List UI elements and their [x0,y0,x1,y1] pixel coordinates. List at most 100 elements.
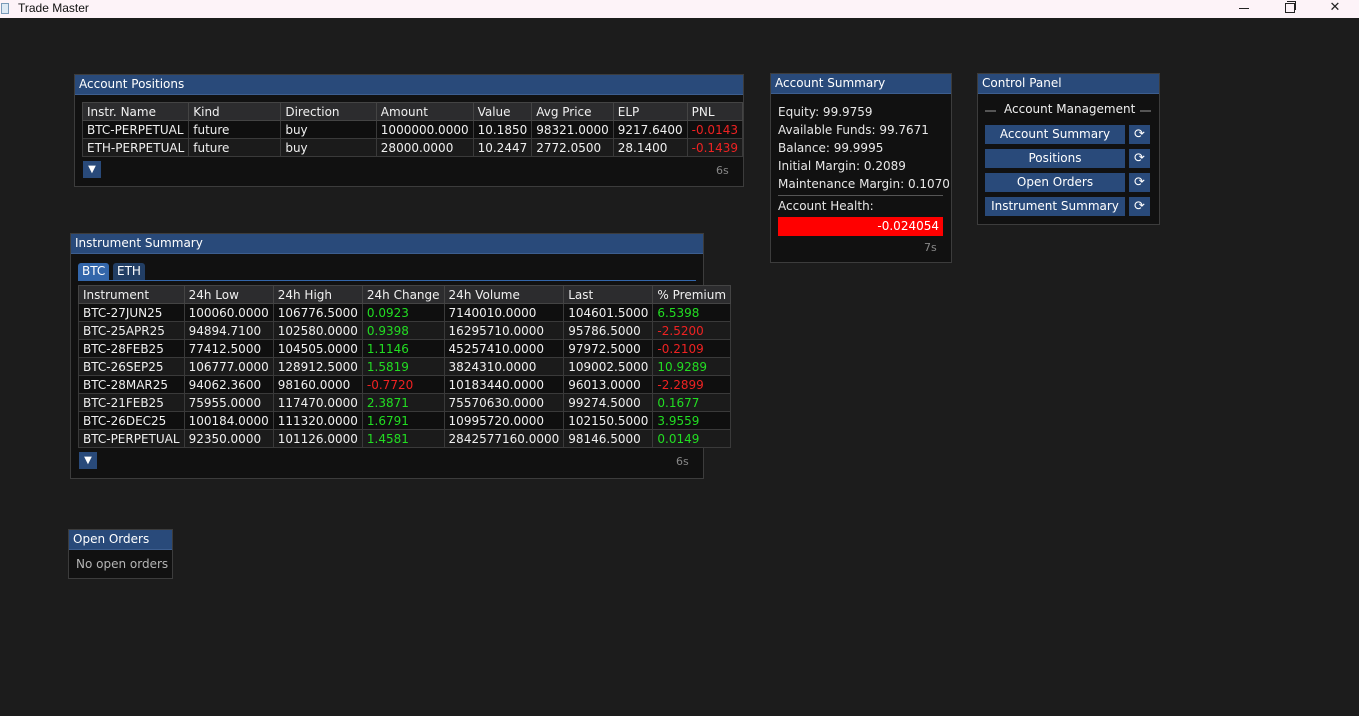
account-summary-button[interactable]: Account Summary [985,125,1125,144]
cell-change: 1.6791 [361,411,445,430]
cell-avg-price: 98321.0000 [531,120,614,139]
cell-last: 96013.0000 [563,375,654,394]
refresh-age: 7s [924,241,937,254]
col-header[interactable]: % Premium [652,285,732,304]
col-header[interactable]: PNL [686,102,744,121]
col-header[interactable]: Instrument [78,285,185,304]
cell-premium: 3.9559 [652,411,732,430]
cell-volume: 7140010.0000 [443,303,565,322]
cell-change: 2.3871 [361,393,445,412]
col-header[interactable]: 24h Volume [443,285,565,304]
maximize-button[interactable] [1266,0,1312,18]
cell-premium: 0.0149 [652,429,732,448]
account-management-label: Account Management [1004,102,1136,116]
cell-high: 106776.5000 [272,303,363,322]
cell-volume: 45257410.0000 [443,339,565,358]
cell-instrument: ETH-PERPETUAL [81,138,190,157]
divider [778,195,943,196]
tab-eth[interactable]: ETH [113,263,145,280]
table-row[interactable]: BTC-27JUN25 100060.0000 106776.5000 0.09… [78,303,732,322]
tab-btc[interactable]: BTC [78,263,110,280]
cell-low: 92350.0000 [183,429,274,448]
col-header[interactable]: 24h Change [361,285,445,304]
cell-high: 117470.0000 [272,393,363,412]
open-orders-title[interactable]: Open Orders [69,530,172,550]
table-row[interactable]: ETH-PERPETUAL future buy 28000.0000 10.2… [81,138,744,157]
refresh-open-orders-button[interactable]: ⟳ [1129,173,1150,192]
cell-elp: 9217.6400 [612,120,688,139]
table-row[interactable]: BTC-25APR25 94894.7100 102580.0000 0.939… [78,321,732,340]
cell-instrument: BTC-26DEC25 [78,411,185,430]
account-management-header[interactable]: Account Management [985,102,1155,119]
expand-positions-button[interactable]: ▼ [83,161,101,178]
cell-last: 102150.5000 [563,411,654,430]
cell-last: 98146.5000 [563,429,654,448]
cell-change: 1.1146 [361,339,445,358]
cell-low: 100060.0000 [183,303,274,322]
cell-change: 0.0923 [361,303,445,322]
maintenance-margin-text: Maintenance Margin: 0.1070 [778,177,950,191]
no-open-orders-text: No open orders [76,557,169,571]
instrument-summary-title[interactable]: Instrument Summary [71,234,703,254]
cell-low: 100184.0000 [183,411,274,430]
refresh-account-summary-button[interactable]: ⟳ [1129,125,1150,144]
minimize-button[interactable] [1221,0,1267,18]
cell-last: 109002.5000 [563,357,654,376]
table-row[interactable]: BTC-26DEC25 100184.0000 111320.0000 1.67… [78,411,732,430]
cell-low: 94894.7100 [183,321,274,340]
instrument-summary-button[interactable]: Instrument Summary [985,197,1125,216]
cell-last: 104601.5000 [563,303,654,322]
cell-direction: buy [280,120,377,139]
open-orders-panel: Open Orders No open orders [68,529,173,579]
cell-instrument: BTC-PERPETUAL [78,429,185,448]
col-header[interactable]: 24h High [272,285,363,304]
table-row[interactable]: BTC-26SEP25 106777.0000 128912.5000 1.58… [78,357,732,376]
table-row[interactable]: BTC-PERPETUAL 92350.0000 101126.0000 1.4… [78,429,732,448]
refresh-age: 6s [676,455,689,468]
table-row[interactable]: BTC-28FEB25 77412.5000 104505.0000 1.114… [78,339,732,358]
cell-premium: 10.9289 [652,357,732,376]
expand-instruments-button[interactable]: ▼ [79,452,97,469]
cell-instrument: BTC-21FEB25 [78,393,185,412]
cell-change: 0.9398 [361,321,445,340]
cell-elp: 28.1400 [612,138,688,157]
col-header[interactable]: 24h Low [183,285,274,304]
instrument-table: Instrument 24h Low 24h High 24h Change 2… [78,285,732,448]
close-icon: ✕ [1329,0,1341,15]
account-positions-title[interactable]: Account Positions [75,75,743,95]
cell-volume: 75570630.0000 [443,393,565,412]
positions-button[interactable]: Positions [985,149,1125,168]
col-header[interactable]: Amount [375,102,474,121]
account-summary-title[interactable]: Account Summary [771,74,951,94]
cell-volume: 16295710.0000 [443,321,565,340]
refresh-positions-button[interactable]: ⟳ [1129,149,1150,168]
col-header[interactable]: Last [563,285,654,304]
cell-pnl: -0.1439 [686,138,744,157]
cell-low: 106777.0000 [183,357,274,376]
col-header[interactable]: Value [472,102,533,121]
close-button[interactable]: ✕ [1312,0,1358,18]
col-header[interactable]: Avg Price [531,102,614,121]
table-row[interactable]: BTC-28MAR25 94062.3600 98160.0000 -0.772… [78,375,732,394]
cell-low: 75955.0000 [183,393,274,412]
col-header[interactable]: Kind [188,102,282,121]
cell-high: 128912.5000 [272,357,363,376]
window-titlebar: Trade Master ✕ [0,0,1359,18]
cell-high: 101126.0000 [272,429,363,448]
cell-premium: 6.5398 [652,303,732,322]
cell-change: 1.4581 [361,429,445,448]
cell-low: 77412.5000 [183,339,274,358]
cell-instrument: BTC-PERPETUAL [81,120,190,139]
table-row[interactable]: BTC-21FEB25 75955.0000 117470.0000 2.387… [78,393,732,412]
open-orders-button[interactable]: Open Orders [985,173,1125,192]
cell-premium: 0.1677 [652,393,732,412]
table-row[interactable]: BTC-PERPETUAL future buy 1000000.0000 10… [81,120,744,139]
control-panel-title[interactable]: Control Panel [978,74,1159,94]
cell-last: 99274.5000 [563,393,654,412]
refresh-age: 6s [716,164,729,177]
col-header[interactable]: ELP [612,102,688,121]
col-header[interactable]: Direction [280,102,377,121]
col-header[interactable]: Instr. Name [81,102,190,121]
refresh-instrument-summary-button[interactable]: ⟳ [1129,197,1150,216]
account-health-bar: -0.024054 [778,217,943,236]
